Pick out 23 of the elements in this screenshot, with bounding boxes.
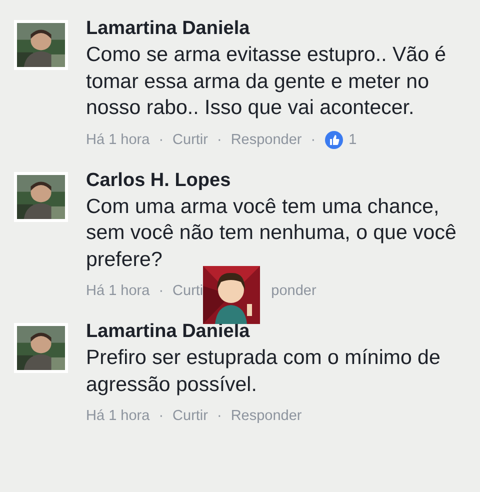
separator: · <box>216 132 222 148</box>
separator: · <box>158 283 164 299</box>
action-link[interactable]: Responder <box>230 408 302 424</box>
comment-text: Com uma arma você tem uma chance, sem você não tem nenhuma, o que você prefere? <box>86 194 458 272</box>
separator: · <box>158 408 164 424</box>
timestamp: Há 1 hora <box>86 132 150 148</box>
comment-text: Prefiro ser estuprada com o mínimo de agressão possível. <box>86 345 442 398</box>
action-link[interactable]: Responder <box>230 132 302 148</box>
action-link[interactable]: Curtir <box>172 132 208 148</box>
separator: · <box>310 132 316 148</box>
author-name[interactable]: Lamartina Daniela <box>86 16 476 42</box>
action-link[interactable]: Curti <box>172 283 204 299</box>
timestamp: Há 1 hora <box>86 408 150 424</box>
author-name[interactable]: Carlos H. Lopes <box>86 168 476 194</box>
thumbs-up-icon <box>324 130 343 148</box>
comment-text: Como se arma evitasse estupro.. Vão é tomar essa arma da gente e meter no nosso rabo.. Isso que vai acontecer. <box>86 42 448 121</box>
author-name[interactable]: Lamartina Daniela <box>86 319 476 345</box>
separator: · <box>158 132 164 148</box>
action-link[interactable]: ponder <box>271 283 316 299</box>
timestamp: Há 1 hora <box>86 283 150 299</box>
like-count: 1 <box>348 132 357 148</box>
action-link[interactable]: Curtir <box>172 408 208 424</box>
separator: · <box>216 408 222 424</box>
